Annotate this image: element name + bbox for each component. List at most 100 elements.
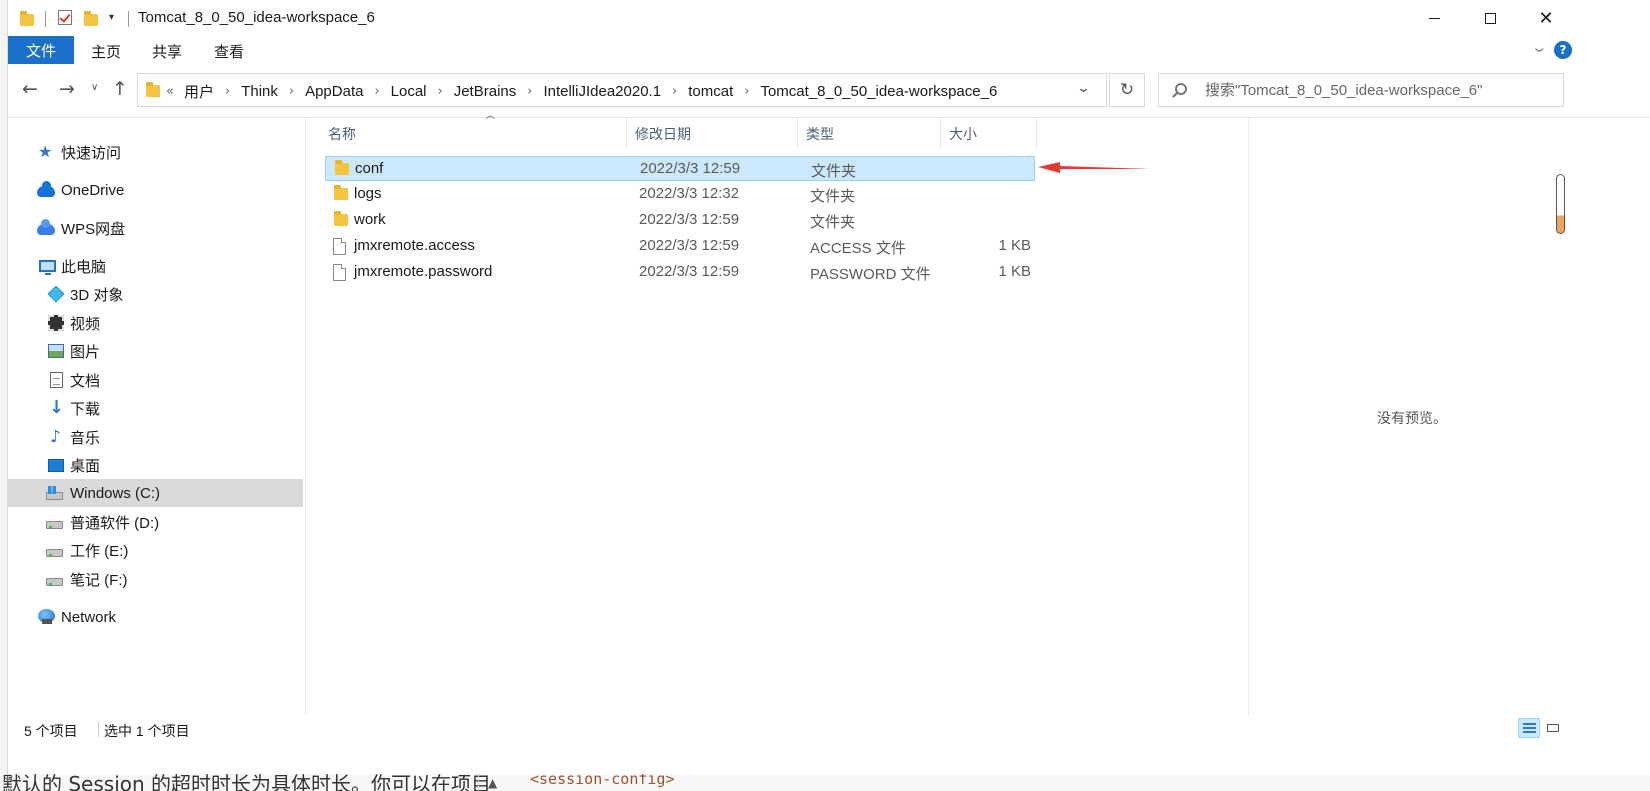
file-date: 2022/3/3 12:59 xyxy=(640,160,741,177)
column-header-name[interactable]: 名称 ^ xyxy=(320,115,626,150)
sidebar-item-this-pc[interactable]: 此电脑 xyxy=(8,252,303,280)
toolbar-divider xyxy=(45,11,46,27)
sidebar-item-drive-f[interactable]: 笔记 (F:) xyxy=(8,565,303,593)
tab-home[interactable]: 主页 xyxy=(91,41,121,62)
tab-share[interactable]: 共享 xyxy=(152,41,182,62)
drive-icon xyxy=(46,578,63,586)
help-icon[interactable]: ? xyxy=(1554,41,1572,59)
sidebar-item-drive-d[interactable]: 普通软件 (D:) xyxy=(8,508,303,536)
sidebar-item-label: 图片 xyxy=(70,343,101,361)
tab-view[interactable]: 查看 xyxy=(214,41,244,62)
minimize-button[interactable] xyxy=(1406,0,1462,36)
file-icon xyxy=(333,264,346,281)
chevron-right-icon[interactable]: › xyxy=(527,84,532,99)
window-title: Tomcat_8_0_50_idea-workspace_6 xyxy=(138,9,375,26)
background-window-content: 默认的 Session 的超时时长为具体时长。你可以在项目 ▲ <session… xyxy=(0,774,1650,791)
status-divider xyxy=(98,722,99,737)
background-code: <session-config> xyxy=(530,774,675,788)
forward-button[interactable]: → xyxy=(59,78,75,100)
folder-icon xyxy=(334,185,348,200)
chevron-right-icon[interactable]: › xyxy=(672,84,677,99)
folder-icon xyxy=(334,211,348,226)
sidebar-item-label: 工作 (E:) xyxy=(70,542,129,560)
address-history-dropdown-icon[interactable]: ⌄ xyxy=(1076,81,1091,96)
sidebar-item-drive-e[interactable]: 工作 (E:) xyxy=(8,536,303,564)
sidebar-item-wps-cloud[interactable]: WPS网盘 xyxy=(8,214,303,242)
refresh-button[interactable]: ↻ xyxy=(1109,73,1145,107)
breadcrumb-item[interactable]: Local xyxy=(391,83,427,100)
file-type: 文件夹 xyxy=(810,214,856,231)
table-row[interactable]: jmxremote.access 2022/3/3 12:59 ACCESS 文… xyxy=(325,234,1035,259)
breadcrumb: « 用户 › Think › AppData › Local › JetBrai… xyxy=(164,81,997,102)
chevron-right-icon[interactable]: › xyxy=(744,84,749,99)
chevron-right-icon[interactable]: › xyxy=(438,84,443,99)
back-button[interactable]: ← xyxy=(22,78,38,100)
sidebar-item-documents[interactable]: 文档 xyxy=(8,366,303,394)
sidebar-item-desktop[interactable]: 桌面 xyxy=(8,451,303,479)
column-header-date[interactable]: 修改日期 xyxy=(627,118,797,150)
sidebar-item-network[interactable]: Network xyxy=(8,603,303,631)
details-view-button[interactable] xyxy=(1518,718,1540,738)
search-input[interactable] xyxy=(1205,74,1555,106)
breadcrumb-item[interactable]: tomcat xyxy=(688,83,733,100)
chevron-right-icon[interactable]: › xyxy=(225,84,230,99)
network-icon xyxy=(38,609,55,624)
file-name: conf xyxy=(355,160,384,177)
computer-icon xyxy=(39,260,56,275)
sidebar-item-label: 视频 xyxy=(70,315,101,333)
sidebar-item-downloads[interactable]: ↓ 下载 xyxy=(8,394,303,422)
table-row[interactable]: logs 2022/3/3 12:32 文件夹 xyxy=(325,182,1035,207)
sidebar-item-3d-objects[interactable]: 3D 对象 xyxy=(8,280,303,308)
cube-icon xyxy=(47,285,65,303)
column-header-label: 修改日期 xyxy=(635,126,691,142)
chevron-right-icon[interactable]: › xyxy=(289,84,294,99)
tab-file[interactable]: 文件 xyxy=(8,36,74,64)
breadcrumb-overflow[interactable]: « xyxy=(166,84,174,99)
wps-cloud-icon xyxy=(37,219,55,235)
close-button[interactable]: ✕ xyxy=(1518,0,1574,36)
drive-icon xyxy=(46,521,63,529)
status-bar: 5 个项目 选中 1 个项目 xyxy=(8,716,1650,742)
sidebar-item-label: OneDrive xyxy=(61,181,125,199)
breadcrumb-item[interactable]: Think xyxy=(241,83,278,100)
breadcrumb-item[interactable]: AppData xyxy=(305,83,363,100)
folder-icon xyxy=(335,160,349,175)
status-item-count: 5 个项目 xyxy=(24,723,78,739)
breadcrumb-item[interactable]: JetBrains xyxy=(454,83,517,100)
large-icons-view-button[interactable] xyxy=(1542,718,1564,738)
up-button[interactable]: ↑ xyxy=(112,78,128,100)
sidebar-item-onedrive[interactable]: OneDrive xyxy=(8,176,303,204)
sidebar-item-videos[interactable]: 视频 xyxy=(8,309,303,337)
quick-access-dropdown-icon[interactable]: ▾ xyxy=(109,12,114,23)
column-header-type[interactable]: 类型 xyxy=(798,118,940,150)
column-header-label: 名称 xyxy=(328,126,356,142)
sidebar-item-music[interactable]: ♪ 音乐 xyxy=(8,423,303,451)
address-bar[interactable]: « 用户 › Think › AppData › Local › JetBrai… xyxy=(137,73,1107,107)
status-selected-count: 选中 1 个项目 xyxy=(104,723,190,739)
expand-ribbon-chevron-icon[interactable]: ⌄ xyxy=(1530,38,1548,56)
breadcrumb-item-current[interactable]: Tomcat_8_0_50_idea-workspace_6 xyxy=(760,83,997,100)
table-row[interactable]: jmxremote.password 2022/3/3 12:59 PASSWO… xyxy=(325,260,1035,285)
new-folder-icon[interactable] xyxy=(84,11,98,26)
column-divider[interactable] xyxy=(1036,118,1037,150)
file-date: 2022/3/3 12:59 xyxy=(639,211,740,228)
breadcrumb-item[interactable]: IntelliJIdea2020.1 xyxy=(543,83,661,100)
column-header-size[interactable]: 大小 xyxy=(941,118,1036,150)
table-row[interactable]: work 2022/3/3 12:59 文件夹 xyxy=(325,208,1035,233)
scrollbar-thumb[interactable] xyxy=(1556,174,1565,234)
table-row[interactable]: conf 2022/3/3 12:59 文件夹 xyxy=(325,156,1035,181)
maximize-button[interactable] xyxy=(1462,0,1518,36)
search-box[interactable] xyxy=(1158,73,1564,107)
recent-locations-chevron-icon[interactable]: ∨ xyxy=(91,82,98,93)
file-type: ACCESS 文件 xyxy=(810,240,906,257)
chevron-right-icon[interactable]: › xyxy=(374,84,379,99)
folder-icon xyxy=(20,11,34,26)
file-explorer-window: ▾ Tomcat_8_0_50_idea-workspace_6 ✕ 文件 主页… xyxy=(8,0,1650,774)
sidebar-item-quick-access[interactable]: ★ 快速访问 xyxy=(8,138,303,166)
breadcrumb-item[interactable]: 用户 xyxy=(184,81,214,102)
sidebar-item-drive-c[interactable]: Windows (C:) xyxy=(8,479,303,507)
properties-icon[interactable] xyxy=(58,10,72,25)
folder-icon xyxy=(146,82,160,97)
sidebar-item-pictures[interactable]: 图片 xyxy=(8,337,303,365)
toolbar-divider xyxy=(128,11,129,27)
